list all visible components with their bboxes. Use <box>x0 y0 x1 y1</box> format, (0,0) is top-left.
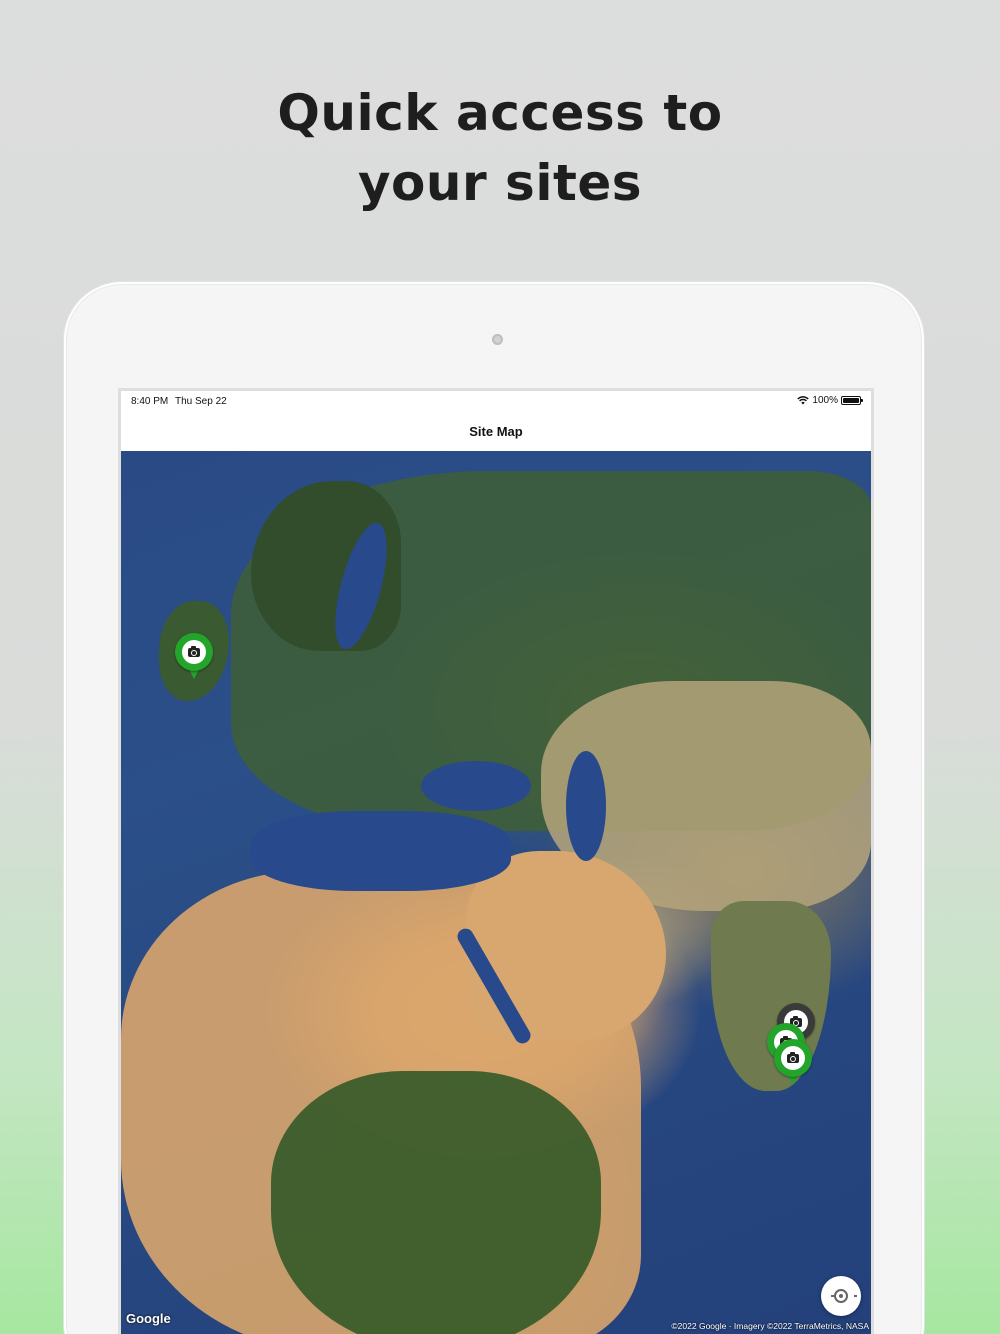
map-pin-south-india-site-3[interactable] <box>774 1039 812 1089</box>
camera-icon <box>188 645 200 657</box>
pin-head <box>175 633 213 671</box>
nav-title: Site Map <box>469 424 523 439</box>
pin-head <box>774 1039 812 1077</box>
map-pin-uk-site[interactable] <box>175 633 213 683</box>
battery-icon <box>841 396 863 405</box>
headline-line-2: your sites <box>357 154 643 212</box>
status-time: 8:40 PM <box>131 396 169 407</box>
status-date: Thu Sep 22 <box>175 396 227 407</box>
map-region-central-africa <box>271 1071 601 1334</box>
status-indicators: 100% <box>797 395 863 406</box>
map-caspian-sea <box>566 751 606 861</box>
battery-level <box>843 398 859 403</box>
site-map[interactable]: Google ©2022 Google · Imagery ©2022 Terr… <box>121 451 871 1334</box>
wifi-icon <box>797 396 810 405</box>
camera-icon <box>787 1051 799 1063</box>
my-location-button[interactable] <box>821 1276 861 1316</box>
map-black-sea <box>421 761 531 811</box>
tablet-frame: 8:40 PM Thu Sep 22 100% Site Map Google … <box>64 282 924 1334</box>
map-mediterranean-sea <box>251 811 511 891</box>
crosshair-icon <box>831 1289 857 1303</box>
status-bar: 8:40 PM Thu Sep 22 100% <box>121 391 871 413</box>
map-credits[interactable]: ©2022 Google · Imagery ©2022 TerraMetric… <box>671 1321 869 1331</box>
google-logo: Google <box>126 1311 171 1326</box>
headline: Quick access to your sites <box>0 78 1000 218</box>
app-screen: 8:40 PM Thu Sep 22 100% Site Map Google … <box>118 388 874 1334</box>
front-camera <box>492 334 503 345</box>
headline-line-1: Quick access to <box>277 84 723 142</box>
battery-percent: 100% <box>812 395 838 406</box>
